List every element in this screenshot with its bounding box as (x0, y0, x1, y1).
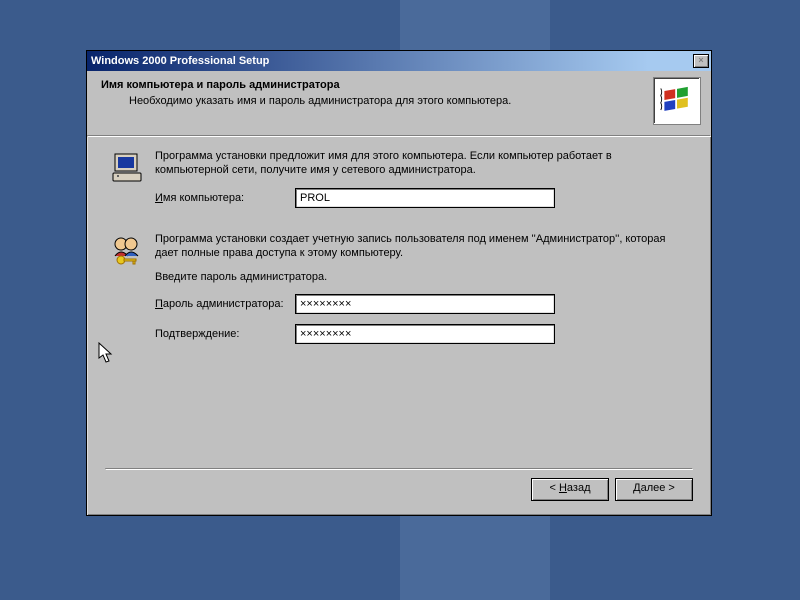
close-button[interactable]: × (693, 54, 709, 68)
setup-window: Windows 2000 Professional Setup × Имя ко… (86, 50, 712, 516)
password-prompt: Введите пароль администратора. (155, 270, 687, 284)
computer-name-info: Программа установки предложит имя для эт… (155, 149, 687, 178)
computer-icon (111, 176, 145, 188)
admin-password-section: Программа установки создает учетную запи… (111, 232, 687, 355)
page-title: Имя компьютера и пароль администратора (101, 79, 697, 91)
titlebar-text: Windows 2000 Professional Setup (91, 55, 269, 67)
next-button[interactable]: Далее > (615, 478, 693, 501)
computer-name-label: Имя компьютера: (155, 192, 295, 204)
wizard-header: Имя компьютера и пароль администратора Н… (87, 71, 711, 135)
wizard-footer: < Назад Далее > (87, 458, 711, 515)
password-input[interactable] (295, 294, 555, 314)
page-subtitle: Необходимо указать имя и пароль админист… (129, 95, 697, 107)
windows-flag-icon (653, 77, 701, 125)
admin-account-info: Программа установки создает учетную запи… (155, 232, 687, 261)
computer-name-input[interactable] (295, 188, 555, 208)
users-key-icon (111, 259, 145, 271)
confirm-password-input[interactable] (295, 324, 555, 344)
titlebar: Windows 2000 Professional Setup × (87, 51, 711, 71)
confirm-password-label: Подтверждение: (155, 328, 295, 340)
back-button[interactable]: < Назад (531, 478, 609, 501)
password-label: Пароль администратора: (155, 298, 295, 310)
wizard-content: Программа установки предложит имя для эт… (87, 137, 711, 354)
computer-name-section: Программа установки предложит имя для эт… (111, 149, 687, 218)
